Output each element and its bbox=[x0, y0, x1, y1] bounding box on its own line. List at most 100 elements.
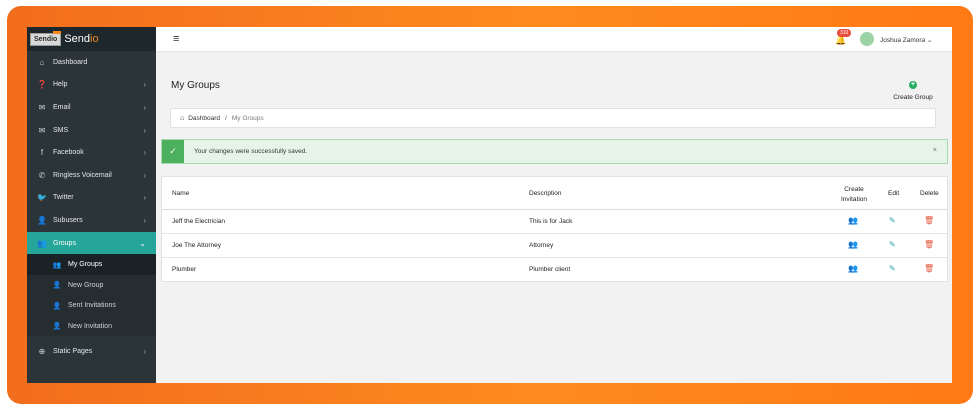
logo-wordmark: Sendio bbox=[64, 33, 99, 45]
create-invitation-icon[interactable]: 👥 bbox=[848, 216, 858, 225]
edit-icon[interactable]: ✎ bbox=[889, 216, 896, 225]
twitter-icon: 🐦 bbox=[37, 193, 47, 203]
close-icon[interactable]: × bbox=[933, 147, 937, 154]
sidebar-item-dashboard[interactable]: ⌂ Dashboard bbox=[27, 51, 156, 74]
sidebar-item-label: Subusers bbox=[53, 216, 83, 224]
avatar[interactable] bbox=[860, 32, 874, 46]
chevron-right-icon: › bbox=[143, 80, 146, 90]
chevron-down-icon: ⌄ bbox=[926, 37, 933, 44]
table-row: Joe The Attorney Attorney 👥 ✎ 🗑 bbox=[162, 234, 947, 258]
alert-message: Your changes were successfully saved. bbox=[194, 148, 308, 155]
submenu-item-label: New Invitation bbox=[68, 322, 112, 330]
sidebar-item-label: Static Pages bbox=[53, 348, 93, 356]
user-icon: 👤 bbox=[52, 302, 62, 310]
sms-icon: ✉ bbox=[38, 125, 46, 135]
sidebar-item-static-pages[interactable]: ⊕ Static Pages › bbox=[27, 340, 156, 363]
logo[interactable]: Sendio Sendio bbox=[27, 27, 156, 51]
sidebar-item-label: SMS bbox=[53, 126, 69, 134]
group-description-cell: Attorney bbox=[529, 242, 554, 249]
sidebar-item-label: Email bbox=[53, 103, 71, 111]
table-header: Name Description Create Invitation Edit D… bbox=[162, 177, 947, 210]
sidebar-item-groups[interactable]: 👥 Groups ⌄ bbox=[27, 231, 156, 255]
user-plus-icon: 👤 bbox=[52, 323, 62, 331]
trash-icon[interactable]: 🗑 bbox=[924, 240, 934, 249]
create-group-button[interactable]: + Create Group bbox=[891, 73, 935, 101]
submenu-item-new-group[interactable]: 👤 New Group bbox=[27, 275, 156, 296]
submenu-item-sent-invitations[interactable]: 👤 Sent Invitations bbox=[27, 295, 156, 316]
breadcrumb-current: My Groups bbox=[231, 114, 264, 122]
home-icon: ⌂ bbox=[180, 114, 185, 122]
sidebar-item-label: Facebook bbox=[53, 149, 84, 157]
question-icon: ❓ bbox=[37, 80, 47, 90]
group-name-cell: Joe The Attorney bbox=[172, 242, 222, 249]
breadcrumb-separator: / bbox=[225, 114, 227, 122]
sidebar-item-label: Help bbox=[53, 81, 68, 89]
home-icon: ⌂ bbox=[39, 57, 45, 67]
sidebar: Sendio Sendio ⌂ Dashboard ❓ Help › ✉ Ema… bbox=[27, 27, 156, 383]
chevron-right-icon: › bbox=[143, 215, 146, 225]
group-description-cell: This is for Jack bbox=[529, 218, 573, 225]
submenu-item-label: New Group bbox=[68, 281, 104, 289]
sidebar-item-subusers[interactable]: 👤 Subusers › bbox=[27, 209, 156, 232]
user-plus-icon: 👤 bbox=[52, 282, 62, 290]
sidebar-item-help[interactable]: ❓ Help › bbox=[27, 74, 156, 97]
create-group-label: Create Group bbox=[893, 94, 933, 101]
chevron-right-icon: › bbox=[143, 102, 146, 112]
sidebar-item-facebook[interactable]: f Facebook › bbox=[27, 141, 156, 164]
phone-icon: ✆ bbox=[38, 170, 46, 180]
submenu-item-label: Sent Invitations bbox=[68, 302, 116, 310]
trash-icon[interactable]: 🗑 bbox=[924, 264, 934, 273]
column-header-create-invitation: Create Invitation bbox=[840, 186, 868, 203]
group-description-cell: Plumber client bbox=[529, 266, 571, 273]
chevron-right-icon: › bbox=[143, 125, 146, 135]
success-alert: ✓ Your changes were successfully saved. … bbox=[161, 139, 948, 164]
page-title: My Groups bbox=[171, 80, 220, 91]
table-row: Jeff the Electrician This is for Jack 👥 … bbox=[162, 210, 947, 234]
group-name-cell: Jeff the Electrician bbox=[172, 218, 225, 225]
topbar: ≡ 🔔 310 Joshua Zamora ⌄ bbox=[156, 27, 952, 52]
main-content: My Groups + Create Group ⌂ Dashboard / M… bbox=[156, 51, 952, 383]
group-name-cell: Plumber bbox=[172, 266, 197, 273]
user-menu[interactable]: Joshua Zamora ⌄ bbox=[880, 36, 932, 44]
edit-icon[interactable]: ✎ bbox=[889, 240, 896, 249]
sidebar-item-label: Dashboard bbox=[53, 58, 88, 66]
logo-badge: Sendio bbox=[30, 30, 62, 46]
submenu-item-label: My Groups bbox=[68, 261, 103, 269]
table-row: Plumber Plumber client 👥 ✎ 🗑 bbox=[162, 258, 947, 281]
sidebar-item-ringless-voicemail[interactable]: ✆ Ringless Voicemail › bbox=[27, 164, 156, 187]
users-icon: 👥 bbox=[37, 238, 47, 248]
sidebar-item-label: Ringless Voicemail bbox=[53, 171, 112, 179]
sidebar-item-email[interactable]: ✉ Email › bbox=[27, 96, 156, 119]
chevron-right-icon: › bbox=[143, 193, 146, 203]
user-icon: 👤 bbox=[37, 215, 47, 225]
globe-icon: ⊕ bbox=[38, 347, 46, 357]
column-header-name: Name bbox=[172, 190, 190, 197]
sidebar-item-twitter[interactable]: 🐦 Twitter › bbox=[27, 187, 156, 210]
sidebar-item-sms[interactable]: ✉ SMS › bbox=[27, 119, 156, 142]
groups-submenu: 👥 My Groups 👤 New Group 👤 Sent Invitatio… bbox=[27, 254, 156, 337]
check-icon: ✓ bbox=[162, 140, 184, 163]
column-header-description: Description bbox=[529, 190, 562, 197]
create-invitation-icon[interactable]: 👥 bbox=[848, 240, 858, 249]
chevron-down-icon: ⌄ bbox=[139, 238, 146, 248]
app-window: Sendio Sendio ⌂ Dashboard ❓ Help › ✉ Ema… bbox=[27, 27, 952, 383]
envelope-icon: ✉ bbox=[38, 102, 46, 112]
groups-table: Name Description Create Invitation Edit D… bbox=[161, 176, 948, 282]
chevron-right-icon: › bbox=[143, 170, 146, 180]
chevron-right-icon: › bbox=[143, 148, 146, 158]
menu-icon[interactable]: ≡ bbox=[173, 33, 179, 45]
submenu-item-my-groups[interactable]: 👥 My Groups bbox=[27, 254, 156, 275]
edit-icon[interactable]: ✎ bbox=[889, 264, 896, 273]
column-header-edit: Edit bbox=[888, 190, 900, 197]
chevron-right-icon: › bbox=[143, 347, 146, 357]
breadcrumb-dashboard-link[interactable]: Dashboard bbox=[188, 115, 220, 122]
trash-icon[interactable]: 🗑 bbox=[924, 216, 934, 225]
users-icon: 👥 bbox=[52, 261, 62, 269]
create-invitation-icon[interactable]: 👥 bbox=[848, 264, 858, 273]
sidebar-item-label: Twitter bbox=[53, 194, 74, 202]
sidebar-item-label: Groups bbox=[53, 239, 76, 247]
plus-circle-icon: + bbox=[909, 81, 917, 89]
column-header-delete: Delete bbox=[920, 190, 939, 197]
facebook-icon: f bbox=[40, 148, 44, 158]
submenu-item-new-invitation[interactable]: 👤 New Invitation bbox=[27, 316, 156, 337]
